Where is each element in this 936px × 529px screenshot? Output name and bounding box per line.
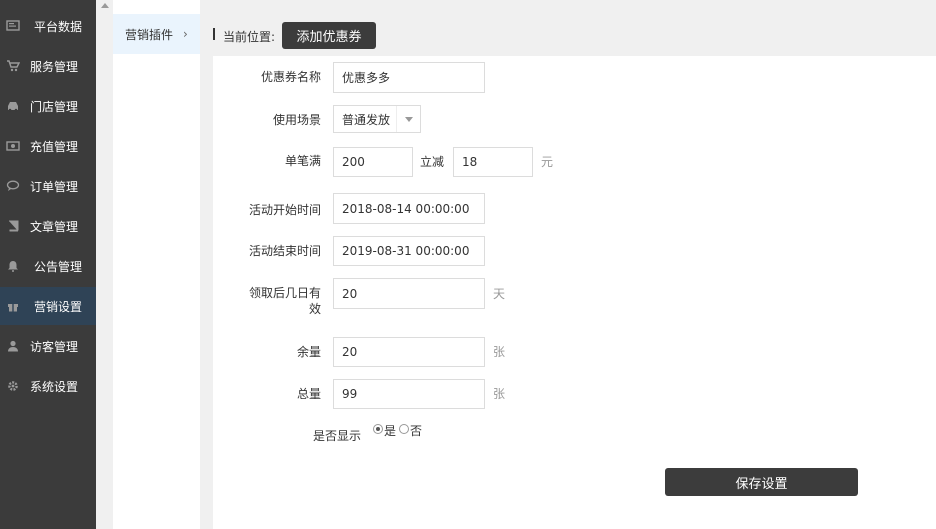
scrollbar[interactable] — [96, 0, 113, 529]
days-unit: 天 — [493, 287, 506, 301]
sidebar: 平台数据 服务管理 门店管理 充值管理 订单管理 文章管理 公告管理 营销设置 … — [0, 0, 96, 529]
chevron-down-icon — [396, 106, 420, 132]
remaining-label: 余量 — [296, 345, 321, 359]
sub-navigation: 营销插件 › — [113, 0, 200, 529]
monitor-icon — [6, 19, 20, 33]
usage-scene-value: 普通发放 — [342, 112, 391, 127]
sidebar-item-label: 文章管理 — [30, 219, 79, 234]
sidebar-item-marketing[interactable]: 营销设置 — [0, 287, 96, 325]
total-input[interactable]: 99 — [333, 379, 485, 409]
start-time-label: 活动开始时间 — [248, 203, 321, 217]
breadcrumb-label: 当前位置: — [223, 30, 276, 44]
sidebar-item-label: 访客管理 — [30, 339, 79, 354]
sidebar-item-label: 服务管理 — [30, 59, 79, 74]
display-yes-radio[interactable] — [373, 424, 383, 434]
discount-label: 立减 — [420, 155, 445, 169]
total-unit: 张 — [493, 387, 506, 401]
display-yes-label: 是 — [384, 424, 397, 438]
coupon-name-input[interactable]: 优惠多多 — [333, 62, 485, 93]
valid-days-input[interactable]: 20 — [333, 278, 485, 309]
sidebar-item-label: 充值管理 — [30, 139, 79, 154]
sidebar-item-notices[interactable]: 公告管理 — [0, 247, 96, 285]
valid-days-label: 领取后几日有 效 — [213, 285, 321, 317]
sidebar-item-system[interactable]: 系统设置 — [0, 367, 96, 405]
start-time-input[interactable]: 2018-08-14 00:00:00 — [333, 193, 485, 224]
sidebar-item-label: 系统设置 — [30, 379, 79, 394]
sidebar-item-label: 订单管理 — [30, 179, 79, 194]
sidebar-item-visitors[interactable]: 访客管理 — [0, 327, 96, 365]
sidebar-item-orders[interactable]: 订单管理 — [0, 167, 96, 205]
save-settings-button[interactable]: 保存设置 — [665, 468, 858, 496]
gear-icon — [6, 379, 20, 393]
valid-days-label-line2: 效 — [308, 302, 321, 316]
threshold-input[interactable]: 200 — [333, 147, 413, 177]
usage-scene-label: 使用场景 — [272, 113, 321, 127]
chevron-right-icon: › — [183, 27, 188, 41]
sidebar-item-label: 公告管理 — [34, 259, 83, 274]
remaining-input[interactable]: 20 — [333, 337, 485, 367]
subnav-item-label: 营销插件 — [125, 27, 174, 42]
valid-days-label-line1: 领取后几日有 — [248, 286, 321, 300]
subnav-item-marketing-plugins[interactable]: 营销插件 › — [113, 14, 200, 54]
sidebar-item-label: 平台数据 — [34, 19, 83, 34]
user-icon — [6, 339, 20, 353]
discount-input[interactable]: 18 — [453, 147, 533, 177]
scroll-up-arrow-icon[interactable] — [101, 3, 109, 8]
coupon-name-label: 优惠券名称 — [260, 70, 321, 84]
sidebar-item-platform-data[interactable]: 平台数据 — [0, 7, 96, 45]
remaining-unit: 张 — [493, 345, 506, 359]
usage-scene-select[interactable]: 普通发放 — [333, 105, 422, 133]
display-no-label: 否 — [410, 424, 423, 438]
sidebar-item-store[interactable]: 门店管理 — [0, 87, 96, 125]
breadcrumb: 当前位置: 添加优惠券 — [200, 14, 936, 56]
chat-icon — [6, 179, 20, 193]
gift-icon — [6, 299, 20, 313]
breadcrumb-marker — [213, 28, 215, 40]
coupon-form: 优惠券名称 优惠多多 使用场景 普通发放 单笔满 200 立减 18 元 活动开… — [213, 56, 936, 529]
bell-icon — [6, 259, 20, 273]
total-label: 总量 — [296, 387, 321, 401]
currency-unit: 元 — [541, 155, 554, 169]
sidebar-item-service[interactable]: 服务管理 — [0, 47, 96, 85]
book-icon — [6, 219, 20, 233]
sidebar-item-label: 门店管理 — [30, 99, 79, 114]
display-no-radio[interactable] — [399, 424, 409, 434]
money-icon — [6, 139, 20, 153]
end-time-label: 活动结束时间 — [248, 244, 321, 258]
end-time-input[interactable]: 2019-08-31 00:00:00 — [333, 236, 485, 266]
add-coupon-button[interactable]: 添加优惠券 — [282, 22, 376, 49]
cart-icon — [6, 59, 20, 73]
sidebar-item-recharge[interactable]: 充值管理 — [0, 127, 96, 165]
sidebar-item-articles[interactable]: 文章管理 — [0, 207, 96, 245]
threshold-label: 单笔满 — [284, 154, 321, 168]
display-label: 是否显示 — [312, 429, 361, 443]
sidebar-item-label: 营销设置 — [34, 299, 83, 314]
car-icon — [6, 99, 20, 113]
